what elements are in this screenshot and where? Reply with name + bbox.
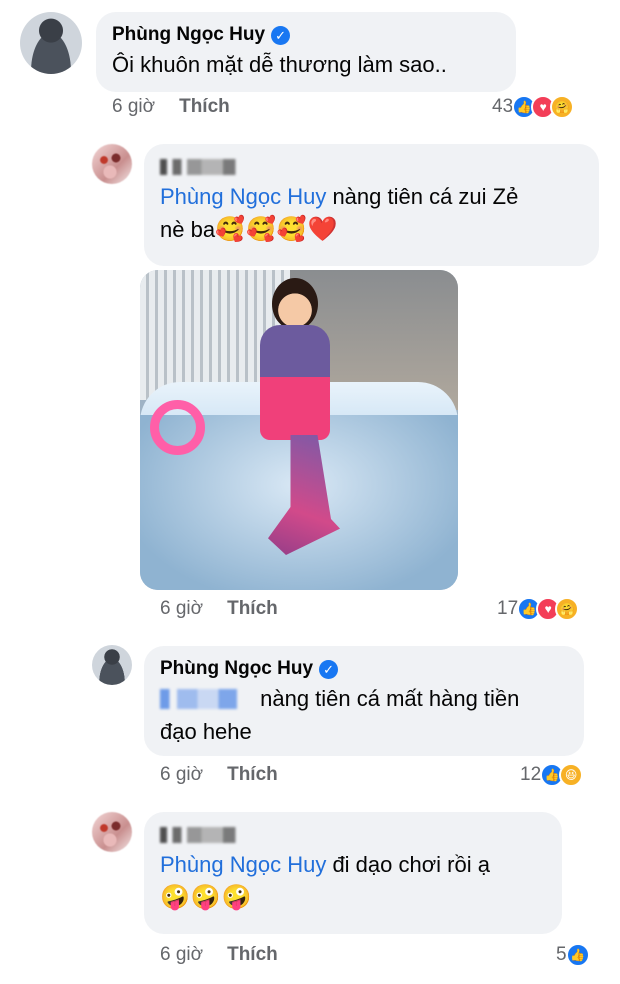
mention-link[interactable]: Phùng Ngọc Huy [160, 852, 326, 877]
comment-author[interactable]: Phùng Ngọc Huy ✓ [112, 22, 500, 48]
avatar-blurred[interactable] [92, 812, 132, 852]
reaction-summary[interactable]: 5 👍 [556, 943, 590, 967]
reaction-summary[interactable]: 12 👍 😆 [520, 763, 584, 787]
reaction-count: 12 [520, 764, 542, 785]
reply-bubble: Phùng Ngọc Huy đi dạo chơi rồi ạ 🤪🤪🤪 [144, 812, 562, 934]
reply-emojis: 🤪🤪🤪 [160, 884, 253, 911]
girl-head [272, 278, 318, 330]
reply-text: Phùng Ngọc Huy đi dạo chơi rồi ạ 🤪🤪🤪 [160, 848, 546, 914]
like-reaction-icon: 👍 [565, 943, 590, 967]
like-button[interactable]: Thích [227, 944, 278, 966]
blurred-author-name[interactable] [160, 827, 250, 843]
verified-badge-icon: ✓ [271, 25, 291, 45]
blurred-mention-link[interactable] [160, 689, 254, 709]
verified-badge-icon: ✓ [319, 659, 339, 679]
reaction-summary[interactable]: 17 👍 ♥ 🤗 [497, 597, 580, 621]
reply-meta: 6 giờ Thích [160, 598, 278, 620]
comment-text: Ôi khuôn mặt dễ thương làm sao.. [112, 52, 447, 77]
mention-link[interactable]: Phùng Ngọc Huy [160, 184, 326, 209]
reply-text: nàng tiên cá mất hàng tiền đạo hehe [160, 682, 568, 748]
comment-meta: 6 giờ Thích [112, 96, 230, 118]
like-button[interactable]: Thích [227, 764, 278, 786]
haha-reaction-icon: 😆 [559, 763, 584, 787]
reply-text-line2: đạo hehe [160, 719, 252, 744]
reply-text-line1: nàng tiên cá mất hàng tiền [254, 686, 520, 711]
comment-time[interactable]: 6 giờ [160, 944, 203, 966]
avatar-phung-ngoc-huy[interactable] [92, 645, 132, 685]
blurred-author-name[interactable] [160, 159, 250, 175]
comment-bubble: Phùng Ngọc Huy ✓ Ôi khuôn mặt dễ thương … [96, 12, 516, 92]
reaction-summary[interactable]: 43 👍 ♥ 🤗 [492, 95, 575, 119]
like-button[interactable]: Thích [227, 598, 278, 620]
reply-meta: 6 giờ Thích [160, 764, 278, 786]
reply-meta: 6 giờ Thích [160, 944, 278, 966]
care-reaction-icon: 🤗 [555, 597, 580, 621]
reaction-count: 5 [556, 944, 567, 965]
avatar-blurred[interactable] [92, 144, 132, 184]
reply-text-line1: đi dạo chơi rồi ạ [326, 852, 490, 877]
author-name[interactable]: Phùng Ngọc Huy [160, 658, 313, 680]
flamingo-float [150, 400, 205, 455]
girl-body [260, 325, 330, 440]
comment-photo[interactable] [140, 270, 458, 590]
reply-bubble: Phùng Ngọc Huy nàng tiên cá zui Zẻ nè ba… [144, 144, 599, 266]
reaction-count: 17 [497, 598, 519, 619]
comment-time[interactable]: 6 giờ [112, 96, 155, 118]
reply-author[interactable]: Phùng Ngọc Huy ✓ [160, 656, 568, 682]
comment-time[interactable]: 6 giờ [160, 764, 203, 786]
author-name[interactable]: Phùng Ngọc Huy [112, 24, 265, 46]
reply-emojis: 🥰🥰🥰❤️ [215, 216, 339, 243]
reaction-count: 43 [492, 96, 514, 117]
reply-text: Phùng Ngọc Huy nàng tiên cá zui Zẻ nè ba… [160, 180, 583, 246]
reply-author[interactable] [160, 154, 583, 180]
reply-text-line2: nè ba [160, 217, 216, 242]
comment-time[interactable]: 6 giờ [160, 598, 203, 620]
reply-text-line1: nàng tiên cá zui Zẻ [326, 184, 519, 209]
reply-author[interactable] [160, 822, 546, 848]
reply-bubble: Phùng Ngọc Huy ✓ nàng tiên cá mất hàng t… [144, 646, 584, 756]
avatar-phung-ngoc-huy[interactable] [20, 12, 82, 74]
care-reaction-icon: 🤗 [550, 95, 575, 119]
like-button[interactable]: Thích [179, 96, 230, 118]
